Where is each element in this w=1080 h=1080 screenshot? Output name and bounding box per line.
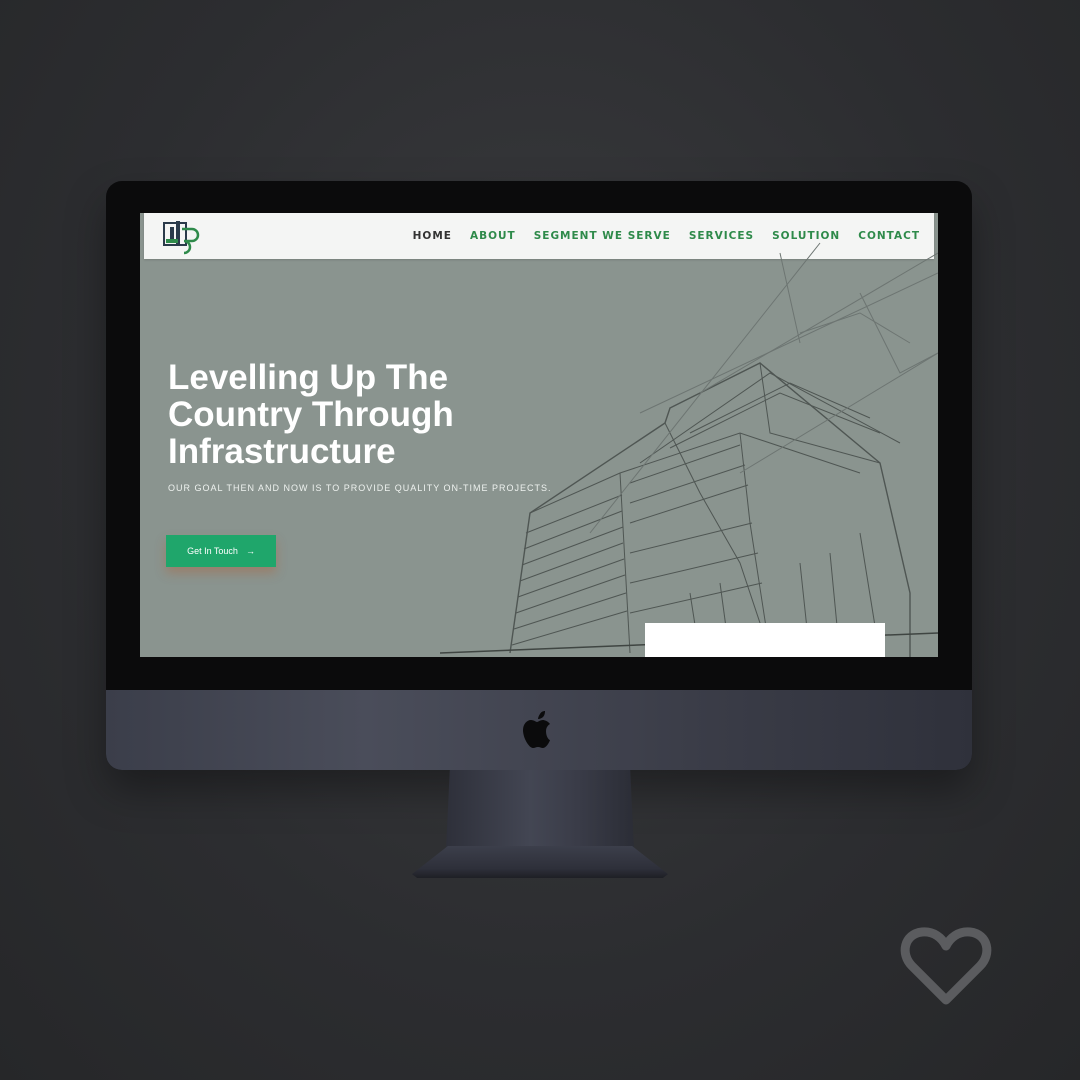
hero-subtitle: OUR GOAL THEN AND NOW IS TO PROVIDE QUAL… [168, 483, 552, 493]
get-in-touch-label: Get In Touch [187, 546, 238, 556]
website-screen: HOME ABOUT SEGMENT WE SERVE SERVICES SOL… [140, 213, 938, 657]
apple-logo-icon [523, 711, 550, 748]
hero-title-line-1: Levelling Up The [168, 358, 449, 397]
company-logo-icon[interactable] [160, 217, 204, 255]
white-content-card [645, 623, 885, 657]
get-in-touch-button[interactable]: Get In Touch → [166, 535, 276, 567]
hero-title: Levelling Up The Country Through Infrast… [168, 359, 568, 470]
monitor-stand-neck [446, 770, 634, 850]
heart-icon[interactable] [898, 924, 994, 1008]
imac-monitor: HOME ABOUT SEGMENT WE SERVE SERVICES SOL… [106, 181, 972, 770]
hero-title-line-3: Infrastructure [168, 432, 396, 471]
hero-title-line-2: Country Through [168, 395, 454, 434]
mockup-stage: HOME ABOUT SEGMENT WE SERVE SERVICES SOL… [0, 0, 1080, 1080]
monitor-chin [106, 690, 972, 770]
monitor-stand-base [412, 846, 668, 878]
arrow-right-icon: → [245, 546, 255, 556]
